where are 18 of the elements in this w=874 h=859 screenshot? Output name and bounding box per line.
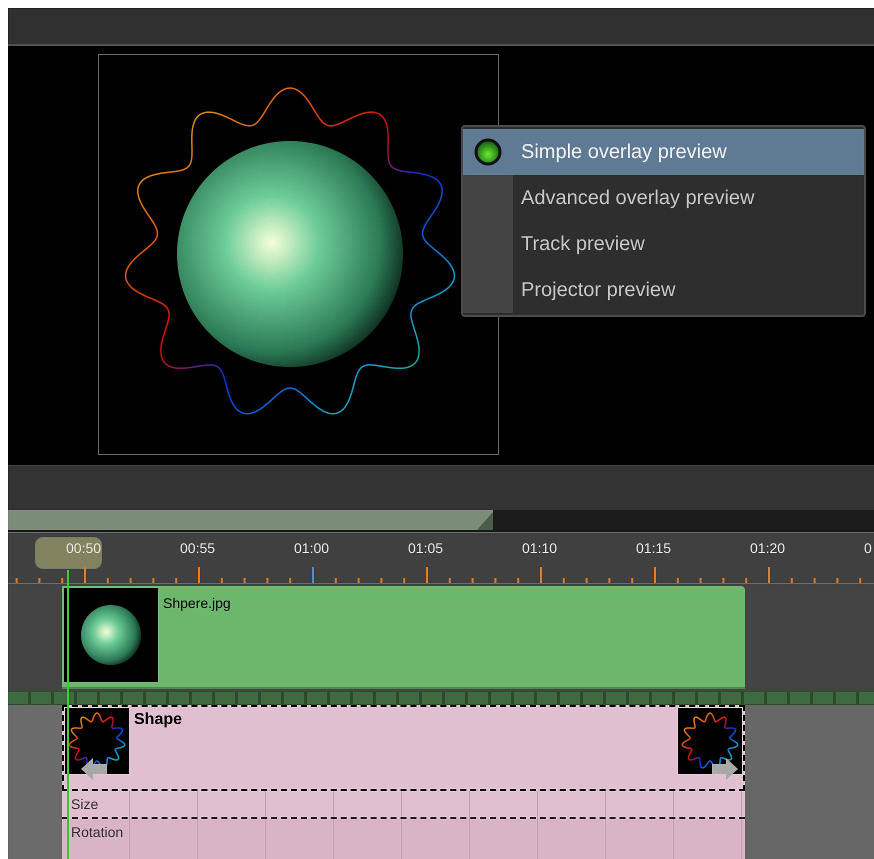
clip-bar[interactable]: Shpere.jpg <box>62 586 745 689</box>
time-label: 00:55 <box>180 541 216 555</box>
menu-item[interactable]: Track preview <box>463 221 864 267</box>
clip-bar[interactable]: Shape <box>62 705 745 791</box>
parameter-label: Size <box>71 797 98 811</box>
time-label: 01:15 <box>636 541 672 555</box>
menu-item[interactable]: Simple overlay preview <box>463 129 864 175</box>
time-label: 00:50 <box>66 541 102 555</box>
clip-title: Shape <box>134 712 182 730</box>
parameter-label: Rotation <box>71 825 124 839</box>
clip-title: Shpere.jpg <box>163 596 231 612</box>
menu-item[interactable]: Projector preview <box>463 267 864 313</box>
time-label: 01:05 <box>408 541 444 555</box>
time-label: 01:10 <box>522 541 558 555</box>
time-label: 01:00 <box>294 541 330 555</box>
menu-item[interactable]: Advanced overlay preview <box>463 175 864 221</box>
time-label: 01:20 <box>750 541 786 555</box>
time-label: 0 <box>864 541 872 555</box>
